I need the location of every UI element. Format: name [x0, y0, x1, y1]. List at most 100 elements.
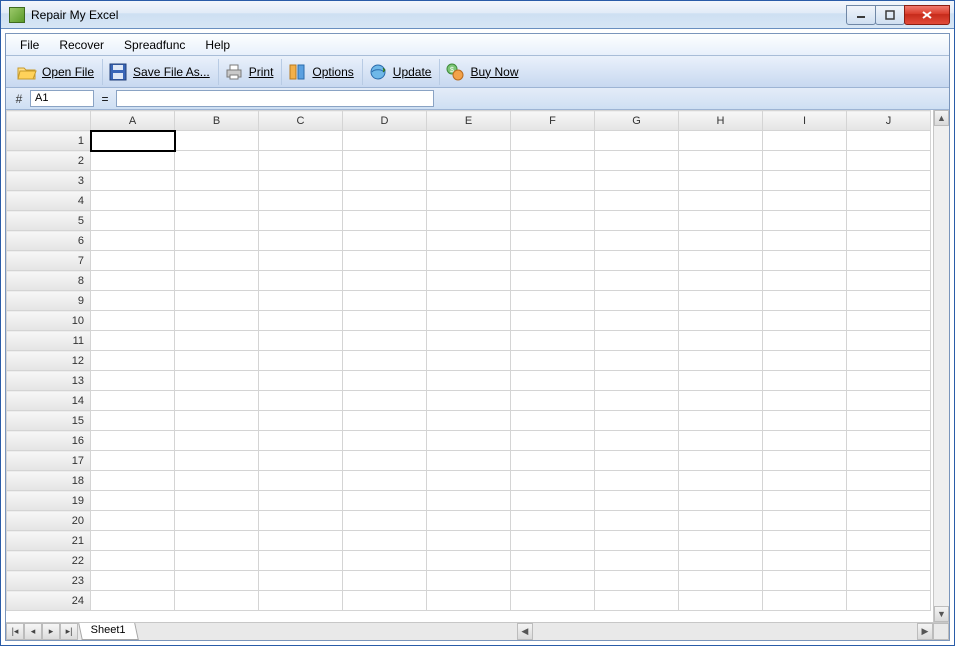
cell-E20[interactable] — [427, 511, 511, 531]
row-header-1[interactable]: 1 — [7, 131, 91, 151]
sheet-nav-first[interactable]: |◂ — [6, 623, 24, 640]
cell-E15[interactable] — [427, 411, 511, 431]
select-all-corner[interactable] — [7, 111, 91, 131]
cell-I7[interactable] — [763, 251, 847, 271]
cell-C6[interactable] — [259, 231, 343, 251]
cell-J19[interactable] — [847, 491, 931, 511]
row-header-13[interactable]: 13 — [7, 371, 91, 391]
row-header-6[interactable]: 6 — [7, 231, 91, 251]
cell-J11[interactable] — [847, 331, 931, 351]
cell-G3[interactable] — [595, 171, 679, 191]
cell-B17[interactable] — [175, 451, 259, 471]
cell-H13[interactable] — [679, 371, 763, 391]
cell-C11[interactable] — [259, 331, 343, 351]
cell-G9[interactable] — [595, 291, 679, 311]
cell-G15[interactable] — [595, 411, 679, 431]
row-header-9[interactable]: 9 — [7, 291, 91, 311]
row-header-22[interactable]: 22 — [7, 551, 91, 571]
cell-H9[interactable] — [679, 291, 763, 311]
cell-D16[interactable] — [343, 431, 427, 451]
cell-I13[interactable] — [763, 371, 847, 391]
cell-D7[interactable] — [343, 251, 427, 271]
maximize-button[interactable] — [875, 5, 905, 25]
cell-A14[interactable] — [91, 391, 175, 411]
cell-F2[interactable] — [511, 151, 595, 171]
cell-G12[interactable] — [595, 351, 679, 371]
cell-C19[interactable] — [259, 491, 343, 511]
cell-A18[interactable] — [91, 471, 175, 491]
cell-D12[interactable] — [343, 351, 427, 371]
close-button[interactable] — [904, 5, 950, 25]
save-file-button[interactable]: Save File As... — [103, 59, 219, 85]
row-header-5[interactable]: 5 — [7, 211, 91, 231]
cell-J15[interactable] — [847, 411, 931, 431]
cell-I5[interactable] — [763, 211, 847, 231]
row-header-20[interactable]: 20 — [7, 511, 91, 531]
column-header-D[interactable]: D — [343, 111, 427, 131]
cell-I9[interactable] — [763, 291, 847, 311]
cell-G18[interactable] — [595, 471, 679, 491]
cell-A16[interactable] — [91, 431, 175, 451]
cell-E16[interactable] — [427, 431, 511, 451]
cell-H7[interactable] — [679, 251, 763, 271]
cell-I1[interactable] — [763, 131, 847, 151]
cell-H12[interactable] — [679, 351, 763, 371]
cell-F15[interactable] — [511, 411, 595, 431]
cell-H5[interactable] — [679, 211, 763, 231]
cell-G2[interactable] — [595, 151, 679, 171]
cell-G14[interactable] — [595, 391, 679, 411]
cell-B16[interactable] — [175, 431, 259, 451]
row-header-23[interactable]: 23 — [7, 571, 91, 591]
open-file-button[interactable]: Open File — [12, 59, 103, 85]
cell-C3[interactable] — [259, 171, 343, 191]
cell-A11[interactable] — [91, 331, 175, 351]
cell-I11[interactable] — [763, 331, 847, 351]
update-button[interactable]: Update — [363, 59, 441, 85]
cell-I2[interactable] — [763, 151, 847, 171]
row-header-14[interactable]: 14 — [7, 391, 91, 411]
row-header-2[interactable]: 2 — [7, 151, 91, 171]
column-header-C[interactable]: C — [259, 111, 343, 131]
cell-H17[interactable] — [679, 451, 763, 471]
cell-F9[interactable] — [511, 291, 595, 311]
cell-C7[interactable] — [259, 251, 343, 271]
row-header-19[interactable]: 19 — [7, 491, 91, 511]
row-header-18[interactable]: 18 — [7, 471, 91, 491]
cell-E9[interactable] — [427, 291, 511, 311]
cell-D2[interactable] — [343, 151, 427, 171]
cell-D9[interactable] — [343, 291, 427, 311]
cell-I8[interactable] — [763, 271, 847, 291]
cell-F19[interactable] — [511, 491, 595, 511]
cell-H3[interactable] — [679, 171, 763, 191]
row-header-3[interactable]: 3 — [7, 171, 91, 191]
vertical-scrollbar[interactable]: ▲ ▼ — [933, 110, 949, 622]
cell-E2[interactable] — [427, 151, 511, 171]
vscroll-track[interactable] — [934, 126, 949, 606]
cell-E11[interactable] — [427, 331, 511, 351]
cell-H21[interactable] — [679, 531, 763, 551]
cell-B22[interactable] — [175, 551, 259, 571]
cell-D11[interactable] — [343, 331, 427, 351]
cell-B4[interactable] — [175, 191, 259, 211]
cell-C18[interactable] — [259, 471, 343, 491]
cell-C20[interactable] — [259, 511, 343, 531]
cell-J3[interactable] — [847, 171, 931, 191]
cell-J6[interactable] — [847, 231, 931, 251]
cell-D6[interactable] — [343, 231, 427, 251]
cell-G11[interactable] — [595, 331, 679, 351]
cell-B7[interactable] — [175, 251, 259, 271]
cell-A6[interactable] — [91, 231, 175, 251]
cell-G17[interactable] — [595, 451, 679, 471]
scroll-right-button[interactable]: ▶ — [917, 623, 933, 640]
cell-G19[interactable] — [595, 491, 679, 511]
column-header-H[interactable]: H — [679, 111, 763, 131]
cell-A22[interactable] — [91, 551, 175, 571]
cell-I23[interactable] — [763, 571, 847, 591]
cell-E6[interactable] — [427, 231, 511, 251]
cell-G20[interactable] — [595, 511, 679, 531]
cell-B10[interactable] — [175, 311, 259, 331]
row-header-10[interactable]: 10 — [7, 311, 91, 331]
cell-A20[interactable] — [91, 511, 175, 531]
cell-A10[interactable] — [91, 311, 175, 331]
cell-reference-box[interactable]: A1 — [30, 90, 94, 107]
